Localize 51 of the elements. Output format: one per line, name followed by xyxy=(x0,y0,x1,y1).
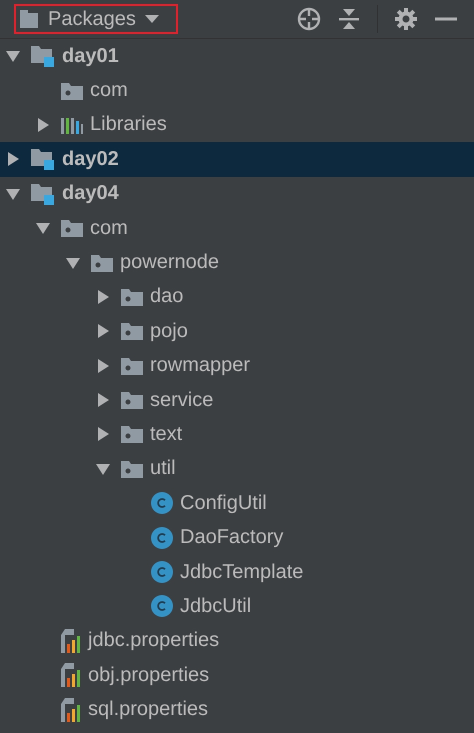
tree-row[interactable]: JdbcTemplate xyxy=(0,554,474,590)
properties-file-icon xyxy=(60,662,82,688)
tree-row[interactable]: com xyxy=(0,210,474,246)
class-icon xyxy=(150,560,174,584)
collapse-arrow-icon[interactable] xyxy=(95,426,111,442)
tree-row[interactable]: dao xyxy=(0,280,474,314)
package-folder-icon xyxy=(120,286,144,307)
package-folder-icon xyxy=(120,424,144,444)
tree-row[interactable]: obj.properties xyxy=(0,658,474,692)
expand-arrow-icon[interactable] xyxy=(5,48,21,64)
package-folder-icon xyxy=(60,218,84,238)
tree-row[interactable]: day01 xyxy=(0,39,474,74)
caret-icon xyxy=(144,14,160,24)
expand-arrow-icon[interactable] xyxy=(35,220,51,236)
module-folder-icon xyxy=(30,147,56,172)
package-folder-icon xyxy=(90,252,114,273)
tree-row[interactable]: day04 xyxy=(0,176,474,211)
tree-row[interactable]: util xyxy=(0,452,474,486)
tree-row[interactable]: service xyxy=(0,382,474,418)
package-folder-icon xyxy=(60,80,84,101)
tree-row[interactable]: ConfigUtil xyxy=(0,486,474,520)
tree-row[interactable]: powernode xyxy=(0,245,474,280)
class-icon xyxy=(150,526,174,550)
tree-row[interactable]: rowmapper xyxy=(0,348,474,383)
tree-row[interactable]: sql.properties xyxy=(0,692,474,727)
package-folder-icon xyxy=(120,321,144,342)
package-folder-icon xyxy=(120,356,144,376)
tree-row[interactable]: com xyxy=(0,73,474,108)
collapse-arrow-icon[interactable] xyxy=(5,151,21,168)
tree-row[interactable]: text xyxy=(0,417,474,452)
collapse-arrow-icon[interactable] xyxy=(95,323,111,340)
tree-row[interactable]: day02 xyxy=(0,142,474,177)
tree-row[interactable]: JdbcUtil xyxy=(0,589,474,624)
collapse-arrow-icon[interactable] xyxy=(95,288,111,305)
view-selector[interactable]: Packages xyxy=(14,4,178,34)
class-icon xyxy=(150,491,174,516)
properties-file-icon xyxy=(60,628,82,654)
collapse-arrow-icon[interactable] xyxy=(95,358,111,374)
tree-row[interactable]: pojo xyxy=(0,314,474,349)
package-folder-icon xyxy=(120,390,144,410)
tree-row[interactable]: jdbc.properties xyxy=(0,624,474,658)
tree-row[interactable]: DaoFactory xyxy=(0,520,474,555)
module-folder-icon xyxy=(30,182,56,206)
module-folder-icon xyxy=(30,44,56,68)
properties-file-icon xyxy=(60,696,82,723)
collapse-arrow-icon[interactable] xyxy=(35,116,51,133)
tree-row[interactable]: Libraries xyxy=(0,108,474,142)
class-icon xyxy=(150,594,174,618)
package-folder-icon xyxy=(120,458,144,479)
collapse-arrow-icon[interactable] xyxy=(95,392,111,408)
folder-icon xyxy=(18,8,40,30)
